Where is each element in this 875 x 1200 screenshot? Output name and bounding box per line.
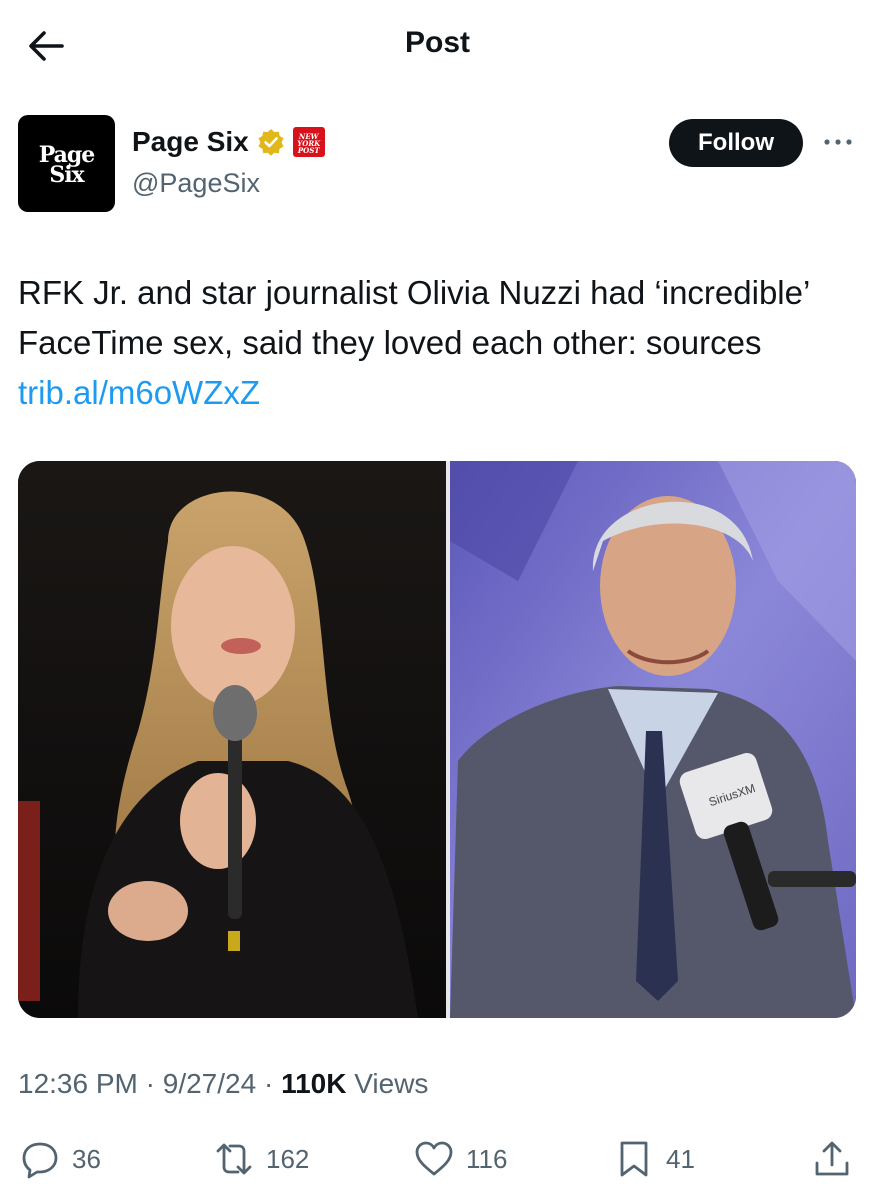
page-title: Post xyxy=(404,26,470,59)
meta-separator: · xyxy=(145,1068,155,1099)
more-options-button[interactable] xyxy=(820,132,856,152)
post-media[interactable]: SiriusXM xyxy=(18,461,856,1018)
avatar[interactable]: Page Six xyxy=(18,115,115,212)
share-button[interactable] xyxy=(812,1137,852,1181)
share-icon xyxy=(815,1141,849,1176)
post-body: RFK Jr. and star journalist Olivia Nuzzi… xyxy=(18,274,810,361)
repost-button[interactable]: 162 xyxy=(214,1137,309,1181)
post-time[interactable]: 12:36 PM xyxy=(18,1068,138,1099)
author-name-row: Page Six NEW YORK POST xyxy=(132,126,325,158)
bookmark-button[interactable]: 41 xyxy=(614,1137,695,1181)
avatar-text-line2: Six xyxy=(49,162,84,188)
affiliate-badge[interactable]: NEW YORK POST xyxy=(292,127,325,157)
repost-count: 162 xyxy=(266,1143,310,1174)
post-link[interactable]: trib.al/m6oWZxZ xyxy=(18,374,260,411)
reply-count: 36 xyxy=(72,1143,101,1174)
post-date[interactable]: 9/27/24 xyxy=(163,1068,256,1099)
media-photo: SiriusXM xyxy=(18,461,856,1018)
follow-button[interactable]: Follow xyxy=(669,119,803,167)
more-horizontal-icon xyxy=(824,139,852,145)
heart-icon xyxy=(415,1141,453,1176)
author-handle[interactable]: @PageSix xyxy=(132,168,260,199)
reply-icon xyxy=(22,1142,58,1179)
verified-badge-icon xyxy=(258,129,284,156)
post-meta: 12:36 PM · 9/27/24 · 110K Views xyxy=(18,1068,428,1100)
author-name[interactable]: Page Six xyxy=(132,126,249,158)
like-count: 116 xyxy=(466,1143,508,1174)
repost-icon xyxy=(216,1143,252,1175)
bookmark-icon xyxy=(620,1141,648,1177)
bookmark-count: 41 xyxy=(666,1143,695,1174)
views-count: 110K xyxy=(281,1068,347,1099)
post-text: RFK Jr. and star journalist Olivia Nuzzi… xyxy=(18,268,838,418)
like-button[interactable]: 116 xyxy=(414,1137,507,1181)
meta-separator: · xyxy=(263,1068,274,1099)
affiliate-badge-line3: POST xyxy=(297,146,320,155)
reply-button[interactable]: 36 xyxy=(20,1137,101,1181)
views-label: Views xyxy=(354,1068,429,1099)
